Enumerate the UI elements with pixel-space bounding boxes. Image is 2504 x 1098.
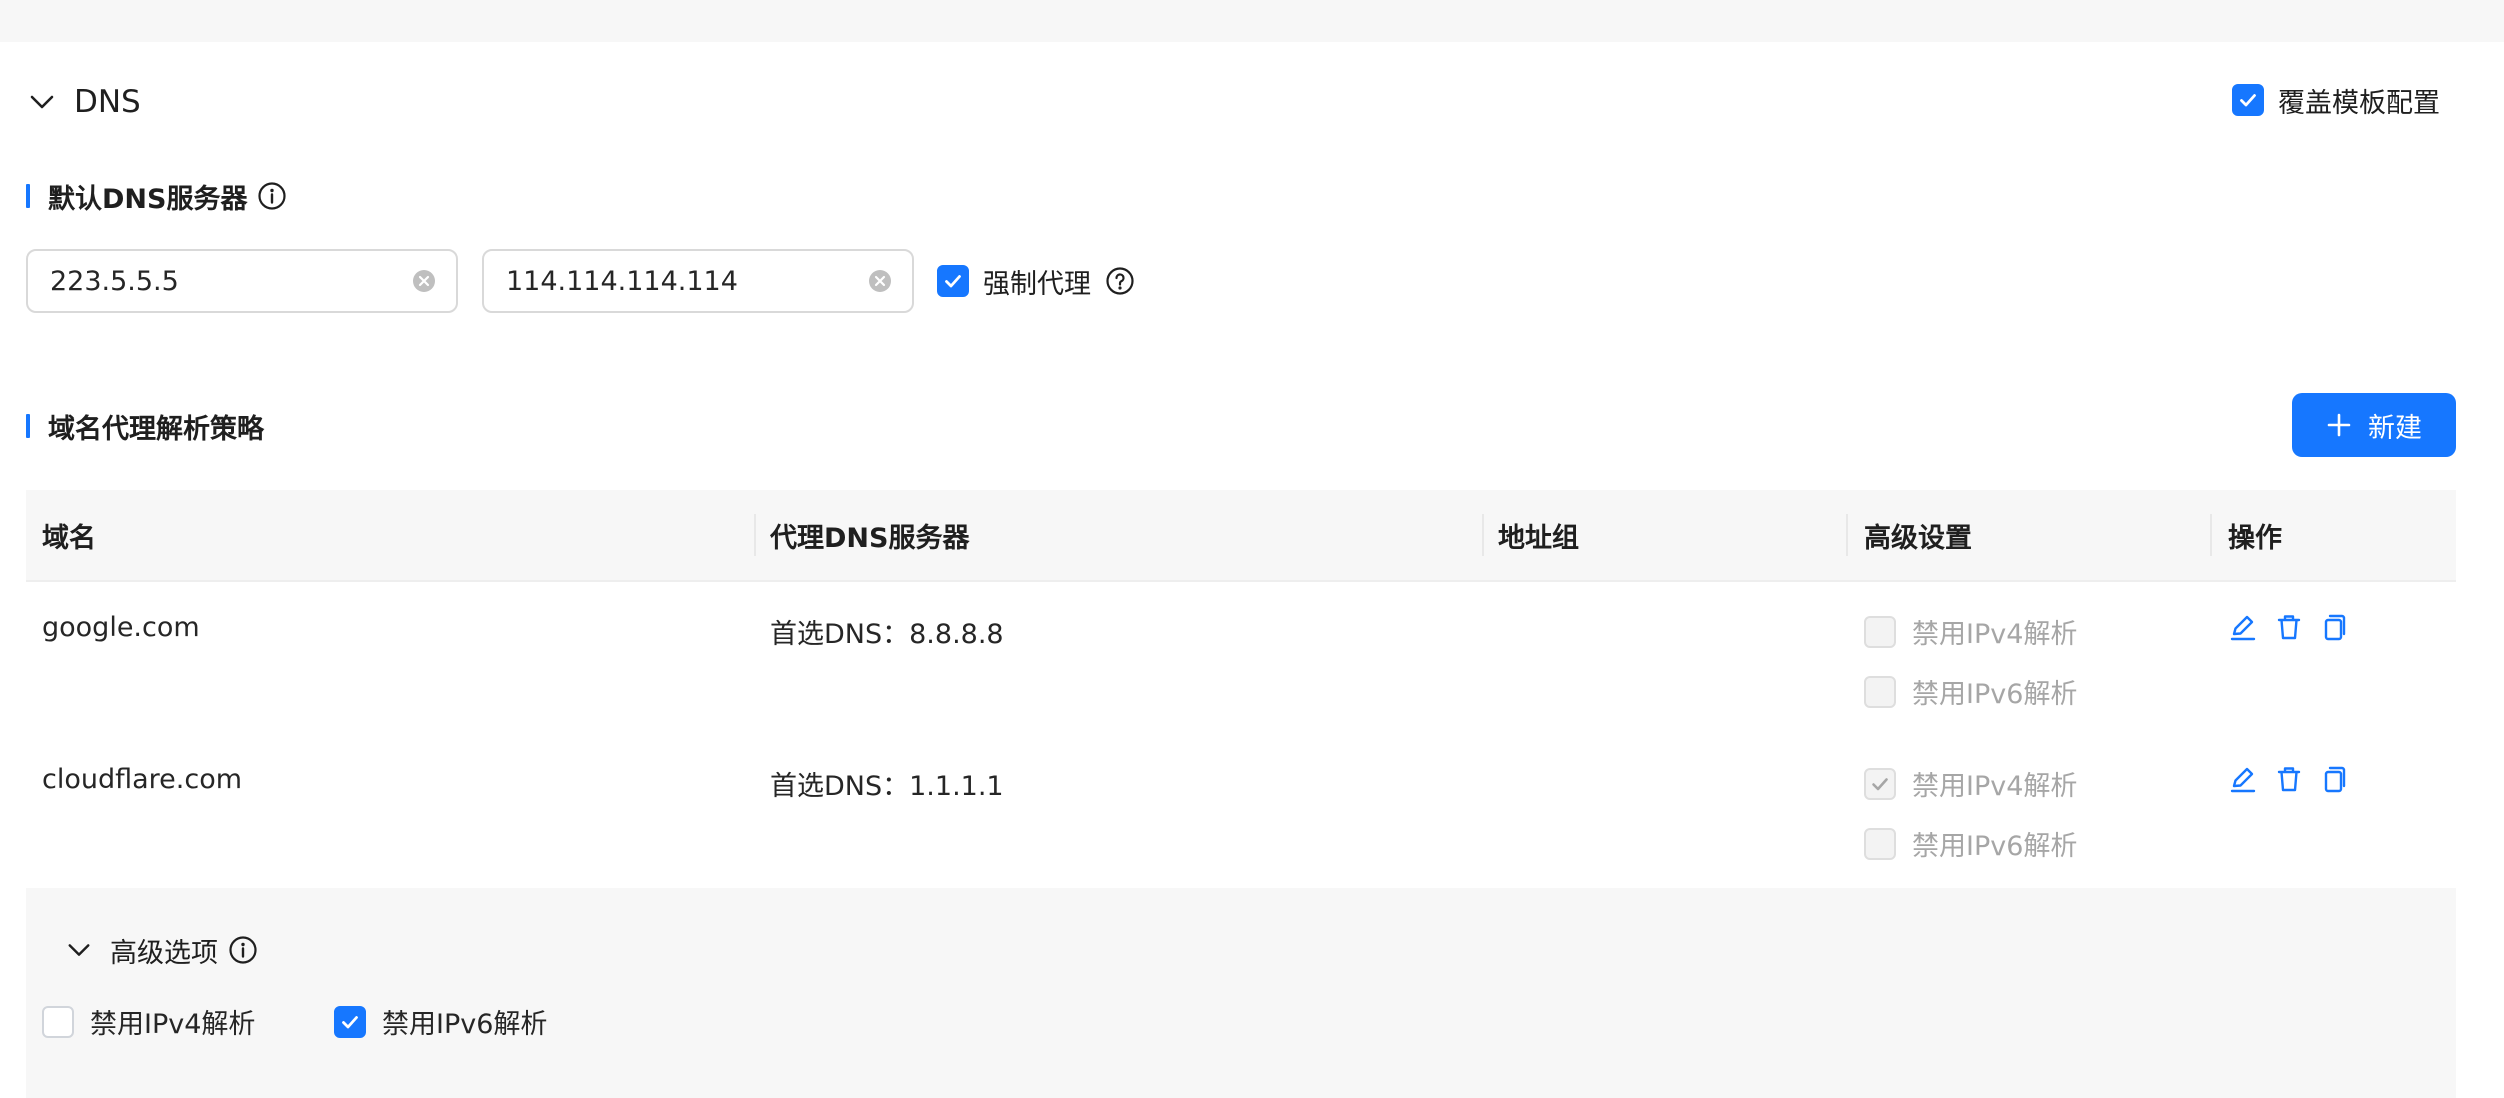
policy-heading: 域名代理解析策略 xyxy=(26,406,264,446)
new-button[interactable]: 新建 xyxy=(2292,393,2456,457)
row-domain: cloudflare.com xyxy=(42,764,243,795)
row-disable-ipv4-label: 禁用IPv4解析 xyxy=(1912,619,2078,650)
force-proxy-checkbox[interactable]: 强制代理 xyxy=(937,263,1135,300)
check-icon[interactable] xyxy=(2232,84,2264,116)
info-icon[interactable] xyxy=(228,935,258,965)
row-disable-ipv4-label: 禁用IPv4解析 xyxy=(1912,771,2078,802)
plus-icon xyxy=(2326,412,2352,438)
row-actions xyxy=(2228,612,2350,642)
row-domain: google.com xyxy=(42,612,200,643)
table-header: 域名 代理DNS服务器 地址组 高级设置 操作 xyxy=(26,490,2456,582)
edit-icon[interactable] xyxy=(2228,612,2258,642)
column-divider xyxy=(1846,514,1848,556)
row-actions xyxy=(2228,764,2350,794)
checkbox-empty-icon xyxy=(1864,675,1896,708)
section-title: DNS xyxy=(74,84,141,120)
row-disable-ipv4: 禁用IPv4解析 xyxy=(1864,612,2077,651)
chevron-down-icon xyxy=(28,88,56,116)
delete-icon[interactable] xyxy=(2274,612,2304,642)
column-divider xyxy=(2210,514,2212,556)
column-header-domain: 域名 xyxy=(42,522,96,554)
row-disable-ipv6: 禁用IPv6解析 xyxy=(1864,824,2077,863)
check-icon xyxy=(1864,767,1896,800)
dns-server-input-1[interactable] xyxy=(26,249,458,313)
row-disable-ipv6-label: 禁用IPv6解析 xyxy=(1912,679,2078,710)
policy-heading-text: 域名代理解析策略 xyxy=(48,413,264,445)
check-icon[interactable] xyxy=(334,1005,366,1038)
copy-icon[interactable] xyxy=(2320,612,2350,642)
column-header-group: 地址组 xyxy=(1498,522,1579,554)
row-disable-ipv6: 禁用IPv6解析 xyxy=(1864,672,2077,711)
advanced-disable-ipv6-checkbox[interactable]: 禁用IPv6解析 xyxy=(334,1002,547,1041)
info-icon[interactable] xyxy=(257,181,287,211)
delete-icon[interactable] xyxy=(2274,764,2304,794)
advanced-disable-ipv6-label: 禁用IPv6解析 xyxy=(382,1009,548,1040)
column-header-dns: 代理DNS服务器 xyxy=(770,522,970,554)
checkbox-empty-icon[interactable] xyxy=(42,1005,74,1038)
default-dns-heading-text: 默认DNS服务器 xyxy=(48,183,248,215)
checkbox-empty-icon xyxy=(1864,827,1896,860)
dns-server-field-2[interactable] xyxy=(506,265,868,297)
default-dns-heading: 默认DNS服务器 xyxy=(26,176,287,216)
column-header-advanced: 高级设置 xyxy=(1864,522,1972,554)
copy-icon[interactable] xyxy=(2320,764,2350,794)
top-bar xyxy=(0,0,2504,42)
clear-icon[interactable] xyxy=(412,269,436,293)
dns-section-toggle[interactable]: DNS xyxy=(28,80,141,124)
new-button-label: 新建 xyxy=(2368,412,2422,444)
advanced-options-title: 高级选项 xyxy=(110,937,218,969)
row-dns: 首选DNS：1.1.1.1 xyxy=(770,771,1004,802)
advanced-options-panel: 高级选项 禁用IPv4解析 禁用IPv6解析 xyxy=(26,888,2456,1098)
edit-icon[interactable] xyxy=(2228,764,2258,794)
checkbox-empty-icon xyxy=(1864,615,1896,648)
dns-server-input-2[interactable] xyxy=(482,249,914,313)
check-icon[interactable] xyxy=(937,265,969,297)
advanced-disable-ipv4-checkbox[interactable]: 禁用IPv4解析 xyxy=(42,1002,255,1041)
row-dns: 首选DNS：8.8.8.8 xyxy=(770,619,1004,650)
clear-icon[interactable] xyxy=(868,269,892,293)
column-divider xyxy=(1482,514,1484,556)
advanced-disable-ipv4-label: 禁用IPv4解析 xyxy=(90,1009,256,1040)
override-template-checkbox[interactable]: 覆盖模板配置 xyxy=(2232,82,2440,119)
column-header-actions: 操作 xyxy=(2228,522,2282,554)
help-icon[interactable] xyxy=(1105,266,1135,296)
dns-server-field-1[interactable] xyxy=(50,265,412,297)
force-proxy-label: 强制代理 xyxy=(983,268,1091,300)
row-disable-ipv6-label: 禁用IPv6解析 xyxy=(1912,831,2078,862)
row-disable-ipv4: 禁用IPv4解析 xyxy=(1864,764,2077,803)
advanced-options-toggle[interactable]: 高级选项 xyxy=(66,928,258,972)
chevron-down-icon xyxy=(66,937,92,963)
column-divider xyxy=(754,514,756,556)
override-label: 覆盖模板配置 xyxy=(2278,87,2440,119)
